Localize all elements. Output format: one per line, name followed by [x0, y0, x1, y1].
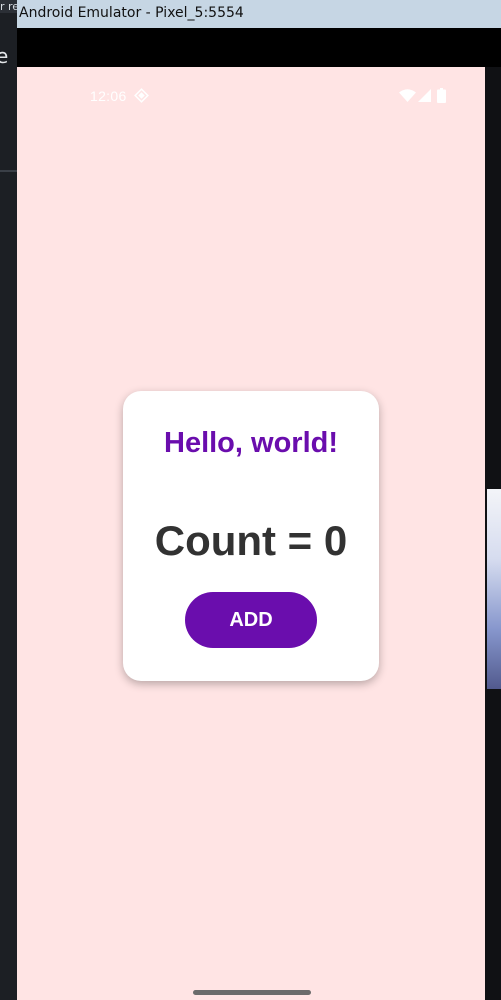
wallpaper-fragment — [487, 489, 501, 689]
background-window-edge[interactable]: r repo e — [0, 0, 17, 1000]
greeting-text: Hello, world! — [164, 427, 338, 459]
status-time: 12:06 — [90, 88, 127, 104]
gesture-navigation-handle[interactable] — [193, 990, 311, 995]
counter-card: Hello, world! Count = 0 ADD — [123, 391, 379, 681]
add-button[interactable]: ADD — [185, 592, 317, 648]
battery-icon — [437, 88, 446, 108]
background-window-divider — [0, 170, 17, 172]
background-window-title-fragment: r repo — [0, 0, 17, 13]
count-display: Count = 0 — [154, 517, 348, 564]
phone-frame-top — [17, 28, 501, 67]
signal-icon — [418, 89, 431, 107]
sync-icon — [134, 88, 149, 108]
desktop-wallpaper-edge — [485, 67, 501, 1000]
wifi-icon — [399, 89, 416, 107]
emulator-title-bar[interactable]: Android Emulator - Pixel_5:5554 — [0, 0, 501, 28]
phone-screen[interactable]: 12:06 Hello, world! Count = 0 ADD — [17, 67, 485, 1000]
status-bar: 12:06 — [17, 67, 485, 125]
background-window-text-fragment: e — [0, 44, 9, 68]
emulator-window-title: Android Emulator - Pixel_5:5554 — [19, 5, 244, 21]
